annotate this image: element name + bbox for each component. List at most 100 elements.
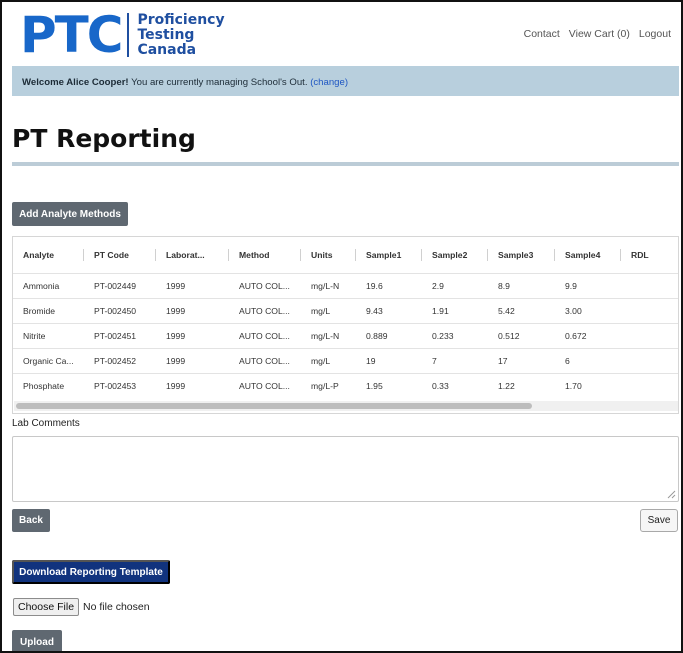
- table-cell: 1.70: [555, 372, 621, 398]
- logo-separator: [127, 13, 130, 57]
- table-cell: Organic Ca...: [13, 347, 84, 373]
- table-cell: AUTO COL...: [229, 372, 301, 398]
- column-header-label: PT Code: [94, 249, 129, 260]
- column-header-label: Sample2: [432, 249, 468, 260]
- top-nav: Contact View Cart (0) Logout: [524, 28, 671, 40]
- welcome-message: You are currently managing School's Out.: [128, 77, 311, 88]
- table-header-row: Analyte PT Code Laborat... Method Units …: [13, 237, 678, 273]
- column-header-label: Method: [239, 249, 270, 260]
- logout-link[interactable]: Logout: [639, 28, 671, 40]
- table-cell: 1.22: [488, 372, 555, 398]
- column-header[interactable]: Sample2: [422, 237, 488, 273]
- column-header-label: Laborat...: [166, 249, 205, 260]
- table-cell: 1.95: [356, 372, 422, 398]
- results-grid: Analyte PT Code Laborat... Method Units …: [12, 236, 679, 414]
- download-template-button[interactable]: Download Reporting Template: [12, 560, 170, 584]
- table-row[interactable]: Organic Ca... PT-002452 1999 AUTO COL... mg/…: [13, 347, 678, 373]
- column-header[interactable]: Analyte: [13, 237, 84, 273]
- upload-button[interactable]: Upload: [12, 630, 62, 651]
- table-cell: AUTO COL...: [229, 347, 301, 373]
- save-button[interactable]: Save: [640, 509, 678, 532]
- table-cell: 1999: [156, 347, 229, 373]
- table-cell: mg/L-N: [301, 272, 356, 298]
- page-title: PT Reporting: [12, 124, 196, 153]
- logo-line-1: Proficiency: [137, 11, 225, 28]
- logo-mark: PTC: [20, 6, 123, 64]
- table-cell: [621, 322, 678, 348]
- table-cell: 0.889: [356, 322, 422, 348]
- results-table: Analyte PT Code Laborat... Method Units …: [13, 237, 678, 398]
- logo-wordmark: Proficiency Testing Canada: [137, 11, 225, 58]
- column-header-label: Units: [311, 249, 333, 260]
- table-cell: 19.6: [356, 272, 422, 298]
- table-cell: mg/L-P: [301, 372, 356, 398]
- table-row[interactable]: Ammonia PT-002449 1999 AUTO COL... mg/L-N 19.…: [13, 272, 678, 298]
- table-cell: 17: [488, 347, 555, 373]
- column-header[interactable]: Method: [229, 237, 301, 273]
- title-divider: [12, 162, 679, 166]
- table-cell: 0.512: [488, 322, 555, 348]
- column-header[interactable]: Laborat...: [156, 237, 229, 273]
- horizontal-scrollbar[interactable]: [14, 401, 678, 411]
- table-cell: 19: [356, 347, 422, 373]
- table-cell: mg/L: [301, 297, 356, 323]
- site-logo[interactable]: PTC Proficiency Testing Canada: [20, 6, 225, 64]
- column-header-label: Sample1: [366, 249, 402, 260]
- table-cell: Nitrite: [13, 322, 84, 348]
- column-header[interactable]: RDL: [621, 237, 678, 273]
- table-cell: AUTO COL...: [229, 297, 301, 323]
- logo-line-3: Canada: [137, 41, 197, 58]
- table-cell: 2.9: [422, 272, 488, 298]
- column-header[interactable]: Sample3: [488, 237, 555, 273]
- table-row[interactable]: Phosphate PT-002453 1999 AUTO COL... mg/L-P 1…: [13, 372, 678, 398]
- table-cell: 0.33: [422, 372, 488, 398]
- column-header-label: Analyte: [23, 249, 55, 260]
- column-header[interactable]: Sample1: [356, 237, 422, 273]
- lab-comments-label: Lab Comments: [12, 418, 80, 429]
- table-cell: 0.672: [555, 322, 621, 348]
- table-cell: [621, 372, 678, 398]
- resize-grip-icon[interactable]: [666, 489, 676, 499]
- add-analyte-methods-button[interactable]: Add Analyte Methods: [12, 202, 128, 226]
- back-button[interactable]: Back: [12, 509, 50, 532]
- table-row[interactable]: Nitrite PT-002451 1999 AUTO COL... mg/L-N 0.8…: [13, 322, 678, 348]
- scrollbar-thumb[interactable]: [16, 403, 532, 409]
- change-organization-link[interactable]: (change): [310, 77, 348, 88]
- table-cell: 1999: [156, 297, 229, 323]
- table-cell: 6: [555, 347, 621, 373]
- table-cell: mg/L: [301, 347, 356, 373]
- table-cell: 3.00: [555, 297, 621, 323]
- table-cell: [621, 272, 678, 298]
- table-cell: 0.233: [422, 322, 488, 348]
- table-cell: Bromide: [13, 297, 84, 323]
- logo-line-2: Testing: [137, 26, 195, 43]
- table-cell: 1999: [156, 272, 229, 298]
- lab-comments-textarea[interactable]: [12, 436, 679, 502]
- table-cell: 9.9: [555, 272, 621, 298]
- file-input: Choose File No file chosen: [13, 598, 150, 616]
- page-frame: PTC Proficiency Testing Canada Contact V…: [0, 0, 683, 653]
- table-cell: Phosphate: [13, 372, 84, 398]
- column-header-label: Sample4: [565, 249, 601, 260]
- column-header-label: RDL: [631, 249, 649, 260]
- column-header[interactable]: Units: [301, 237, 356, 273]
- table-cell: [621, 297, 678, 323]
- choose-file-button[interactable]: Choose File: [13, 598, 80, 616]
- table-cell: 1999: [156, 372, 229, 398]
- column-header[interactable]: PT Code: [84, 237, 156, 273]
- table-cell: PT-002451: [84, 322, 156, 348]
- table-cell: PT-002449: [84, 272, 156, 298]
- contact-link[interactable]: Contact: [524, 28, 560, 40]
- table-cell: PT-002453: [84, 372, 156, 398]
- table-cell: 1.91: [422, 297, 488, 323]
- column-header[interactable]: Sample4: [555, 237, 621, 273]
- table-cell: 9.43: [356, 297, 422, 323]
- table-cell: Ammonia: [13, 272, 84, 298]
- view-cart-link[interactable]: View Cart (0): [569, 28, 630, 40]
- table-row[interactable]: Bromide PT-002450 1999 AUTO COL... mg/L 9.43 1…: [13, 297, 678, 323]
- welcome-banner: Welcome Alice Cooper! You are currently …: [12, 66, 679, 96]
- table-cell: AUTO COL...: [229, 322, 301, 348]
- table-cell: PT-002452: [84, 347, 156, 373]
- column-header-label: Sample3: [498, 249, 534, 260]
- site-header: PTC Proficiency Testing Canada Contact V…: [12, 8, 677, 64]
